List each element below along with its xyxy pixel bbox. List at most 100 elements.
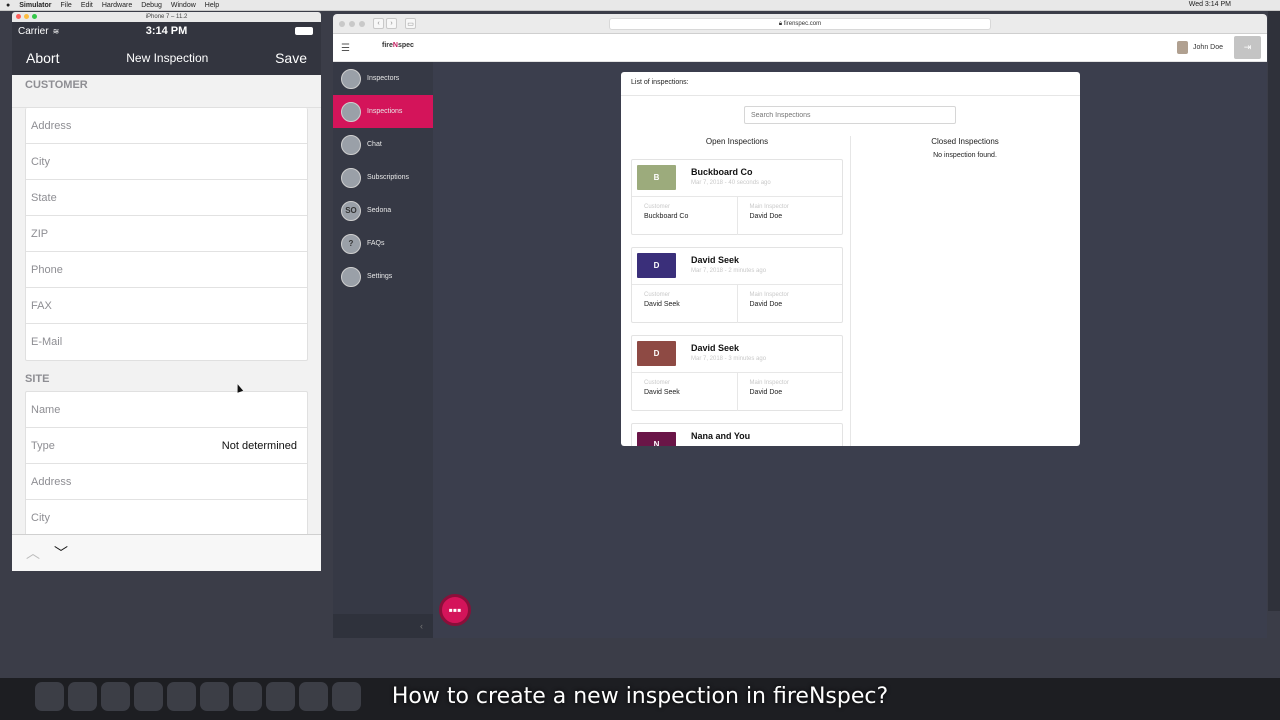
- inspection-date: Mar 7, 2018 - 2 minutes ago: [691, 268, 767, 274]
- abort-button[interactable]: Abort: [26, 50, 59, 66]
- inspector-value: David Doe: [749, 389, 783, 396]
- mac-menu-bar: ● Simulator File Edit Hardware Debug Win…: [0, 0, 1280, 11]
- menu-help[interactable]: Help: [205, 2, 219, 9]
- minimize-window-icon[interactable]: [24, 14, 29, 19]
- logout-icon[interactable]: ⇥: [1234, 36, 1261, 59]
- nav-title: New Inspection: [126, 50, 209, 65]
- customer-zip-field[interactable]: ZIP: [26, 216, 307, 252]
- field-label: Address: [31, 475, 72, 488]
- site-name-field[interactable]: Name: [26, 392, 307, 428]
- save-button[interactable]: Save: [275, 50, 307, 66]
- site-city-field[interactable]: City: [26, 500, 307, 535]
- video-caption: How to create a new inspection in fireNs…: [391, 684, 889, 709]
- search-input[interactable]: [744, 106, 956, 124]
- chevron-up-icon[interactable]: ︿: [26, 543, 40, 563]
- inspector-label: Main Inspector: [749, 292, 789, 298]
- customer-phone-field[interactable]: Phone: [26, 252, 307, 288]
- customer-value: David Seek: [644, 389, 680, 396]
- firenspec-logo[interactable]: fireNspec: [382, 42, 414, 49]
- inspector-value: David Doe: [749, 301, 783, 308]
- field-label: Name: [31, 403, 61, 416]
- closed-inspections-header: Closed Inspections: [931, 137, 999, 146]
- menu-debug[interactable]: Debug: [141, 2, 162, 9]
- field-label: E-Mail: [31, 336, 63, 348]
- menu-hardware[interactable]: Hardware: [102, 2, 132, 9]
- column-divider: [850, 136, 851, 446]
- sidebar-item-settings[interactable]: Settings: [333, 260, 433, 293]
- field-label: City: [31, 512, 50, 524]
- field-label: Type: [31, 439, 55, 452]
- apple-icon[interactable]: ●: [6, 2, 10, 9]
- back-icon[interactable]: ‹: [373, 18, 384, 29]
- field-label: Phone: [31, 263, 63, 276]
- customer-value: Buckboard Co: [644, 213, 689, 220]
- customer-fax-field[interactable]: FAX: [26, 288, 307, 324]
- inspections-panel: List of inspections: Open Inspections Cl…: [621, 72, 1080, 446]
- sidebar-toggle-icon[interactable]: ▭: [405, 18, 416, 29]
- chat-bubble-button[interactable]: ▪▪▪: [439, 594, 471, 626]
- sidebar-item-inspections[interactable]: Inspections: [333, 95, 433, 128]
- inspection-name: Buckboard Co: [691, 167, 753, 177]
- sidebar-item-faqs[interactable]: ? FAQs: [333, 227, 433, 260]
- simulator-title: iPhone 7 – 11.2: [145, 14, 188, 20]
- simulator-title-bar[interactable]: iPhone 7 – 11.2: [12, 12, 321, 22]
- panel-title: List of inspections:: [621, 72, 1080, 96]
- closed-empty-message: No inspection found.: [933, 152, 997, 159]
- menubar-clock[interactable]: Wed 3:14 PM: [1189, 1, 1231, 8]
- customer-address-field[interactable]: Address: [26, 108, 307, 144]
- inspector-label: Main Inspector: [749, 204, 789, 210]
- zoom-window-icon[interactable]: [359, 21, 365, 27]
- battery-icon: [295, 27, 313, 35]
- forward-icon[interactable]: ›: [386, 18, 397, 29]
- lock-icon: 🔒︎: [778, 21, 783, 27]
- customer-label: Customer: [644, 204, 671, 210]
- app-sidebar: Inspectors Inspections Chat Subscription…: [333, 62, 433, 638]
- site-address-field[interactable]: Address: [26, 464, 307, 500]
- chevron-down-icon[interactable]: ﹀: [54, 543, 68, 563]
- inspection-initial-badge: N: [637, 432, 676, 446]
- field-label: ZIP: [31, 227, 49, 240]
- field-label: Address: [31, 119, 72, 132]
- menu-file[interactable]: File: [61, 2, 72, 9]
- sidebar-item-subscriptions[interactable]: Subscriptions: [333, 161, 433, 194]
- user-menu[interactable]: John Doe: [1177, 41, 1223, 54]
- customer-email-field[interactable]: E-Mail: [26, 324, 307, 360]
- status-time: 3:14 PM: [145, 25, 188, 37]
- inspection-date: Mar 7, 2018 - 40 seconds ago: [691, 180, 771, 186]
- close-window-icon[interactable]: [339, 21, 345, 27]
- site-type-field[interactable]: Type Not determined: [26, 428, 307, 464]
- menu-edit[interactable]: Edit: [81, 2, 93, 9]
- sidebar-item-chat[interactable]: Chat: [333, 128, 433, 161]
- sidebar-item-sedona[interactable]: SO Sedona: [333, 194, 433, 227]
- faq-icon: ?: [341, 233, 361, 254]
- settings-icon: [341, 266, 361, 287]
- sidebar-item-inspectors[interactable]: Inspectors: [333, 62, 433, 95]
- open-inspections-header: Open Inspections: [705, 137, 769, 146]
- customer-value: David Seek: [644, 301, 680, 308]
- menu-window[interactable]: Window: [171, 2, 196, 9]
- inspection-card[interactable]: B Buckboard Co Mar 7, 2018 - 40 seconds …: [631, 159, 843, 235]
- subscriptions-icon: [341, 167, 361, 188]
- inspector-value: David Doe: [749, 213, 783, 220]
- minimize-window-icon[interactable]: [349, 21, 355, 27]
- zoom-window-icon[interactable]: [32, 14, 37, 19]
- url-text: firenspec.com: [783, 21, 822, 27]
- customer-state-field[interactable]: State: [26, 180, 307, 216]
- field-label: FAX: [31, 299, 52, 312]
- address-bar[interactable]: 🔒︎ firenspec.com: [609, 18, 991, 30]
- user-name: John Doe: [1193, 44, 1223, 51]
- chat-icon: ▪▪▪: [448, 603, 462, 617]
- customer-group: Address City State ZIP Phone FAX E-Mail: [25, 108, 308, 361]
- site-group: Name Type Not determined Address City: [25, 391, 308, 535]
- menu-simulator[interactable]: Simulator: [19, 2, 51, 9]
- inspection-card[interactable]: D David Seek Mar 7, 2018 - 2 minutes ago…: [631, 247, 843, 323]
- customer-city-field[interactable]: City: [26, 144, 307, 180]
- iphone-screen: Carrier ≋ 3:14 PM Abort New Inspection S…: [12, 22, 321, 571]
- inspection-date: Mar 7, 2018 - 3 minutes ago: [691, 356, 767, 362]
- hamburger-menu-icon[interactable]: ☰: [341, 43, 350, 54]
- close-window-icon[interactable]: [16, 14, 21, 19]
- browser-window: ‹ › ▭ 🔒︎ firenspec.com ☰ fireNspec John …: [333, 14, 1267, 638]
- collapse-sidebar-icon[interactable]: ‹: [333, 614, 433, 638]
- inspection-card[interactable]: N Nana and You: [631, 423, 843, 446]
- inspection-card[interactable]: D David Seek Mar 7, 2018 - 3 minutes ago…: [631, 335, 843, 411]
